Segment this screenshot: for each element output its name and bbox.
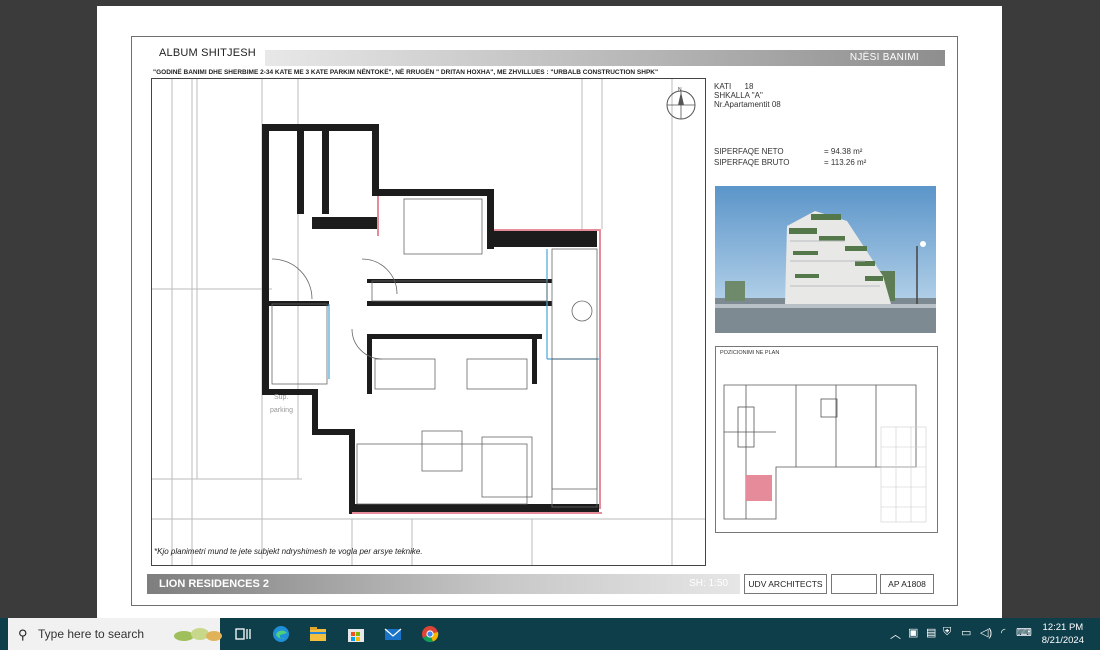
scale-label: SH: 1:50: [689, 578, 728, 589]
project-name: LION RESIDENCES 2: [159, 578, 270, 590]
project-subtitle: "GODINË BANIMI DHE SHERBIME 2-34 KATE ME…: [153, 69, 659, 76]
search-icon: ⚲: [18, 627, 28, 642]
unit-label: NJËSI BANIMI: [849, 52, 919, 63]
header-bar: NJËSI BANIMI: [265, 50, 945, 66]
net-area-label: SIPERFAQE NETO: [714, 147, 784, 156]
blank-box: [831, 574, 877, 594]
architect-box: UDV ARCHITECTS: [744, 574, 827, 594]
floor-label: KATI: [714, 82, 732, 91]
chrome-icon[interactable]: [421, 625, 439, 643]
notes-tray-icon[interactable]: ▤: [926, 626, 936, 639]
edge-icon[interactable]: [272, 625, 290, 643]
disclaimer-note: *Kjo planimetri mund te jete subjekt ndr…: [154, 547, 423, 556]
floor-plan-drawing: Sup. parking: [152, 79, 705, 565]
mail-icon[interactable]: [384, 625, 402, 643]
north-arrow-icon: N: [666, 87, 696, 120]
security-tray-icon[interactable]: ⛨: [943, 626, 951, 639]
clock-date: 8/21/2024: [1041, 635, 1084, 646]
building-render-image: [715, 186, 936, 333]
taskbar: ⚲ Type here to search ︿ ▣ ▤ ⛨ ▭ ◁) ◜ ⌨ 1…: [0, 618, 1100, 650]
apartment-highlight: [746, 475, 772, 501]
battery-icon[interactable]: ▭: [961, 626, 971, 639]
floor-plan: Sup. parking: [151, 78, 706, 566]
clock-time: 12:21 PM: [1042, 622, 1084, 633]
compass-letter: N: [678, 87, 682, 93]
wifi-icon[interactable]: ◜: [1001, 626, 1005, 639]
floor-value: 18: [744, 82, 754, 91]
stair-label: SHKALLA "A": [714, 91, 763, 100]
apartment-value: 08: [771, 100, 781, 109]
volume-icon[interactable]: ◁): [980, 626, 992, 639]
area-info: SIPERFAQE NETO = 94.38 m² SIPERFAQE BRUTO…: [714, 146, 866, 168]
document-sheet: ALBUM SHITJESH NJËSI BANIMI "GODINË BANI…: [97, 6, 1002, 618]
svg-text:Sup.: Sup.: [274, 394, 288, 401]
project-bar: LION RESIDENCES 2 SH: 1:50: [147, 574, 740, 594]
svg-text:parking: parking: [270, 407, 293, 414]
album-title: ALBUM SHITJESH: [159, 47, 256, 59]
position-plan: POZICIONIMI NE PLAN: [715, 346, 938, 533]
search-highlight-icon: [174, 628, 222, 641]
net-area-value: = 94.38 m²: [824, 147, 863, 156]
clock[interactable]: 12:21 PM 8/21/2024: [1042, 621, 1084, 647]
apartment-label: Nr.Apartamentit: [714, 100, 770, 109]
show-hidden-icons-icon[interactable]: ︿: [890, 626, 901, 642]
keyboard-icon[interactable]: ⌨: [1016, 626, 1032, 639]
gross-area-value: = 113.26 m²: [824, 158, 867, 167]
file-explorer-icon[interactable]: [309, 625, 327, 643]
gross-area-label: SIPERFAQE BRUTO: [714, 158, 790, 167]
task-view-icon[interactable]: [234, 625, 252, 643]
unit-info: KATI 18 SHKALLA "A" Nr.Apartamentit 08: [714, 82, 781, 109]
app-tray-icon[interactable]: ▣: [908, 626, 918, 639]
sheet-code: AP A1808: [880, 574, 934, 594]
search-placeholder: Type here to search: [38, 627, 145, 641]
store-icon[interactable]: [347, 625, 365, 643]
title-block: LION RESIDENCES 2 SH: 1:50 UDV ARCHITECT…: [147, 571, 945, 599]
search-box[interactable]: ⚲ Type here to search: [8, 618, 222, 650]
